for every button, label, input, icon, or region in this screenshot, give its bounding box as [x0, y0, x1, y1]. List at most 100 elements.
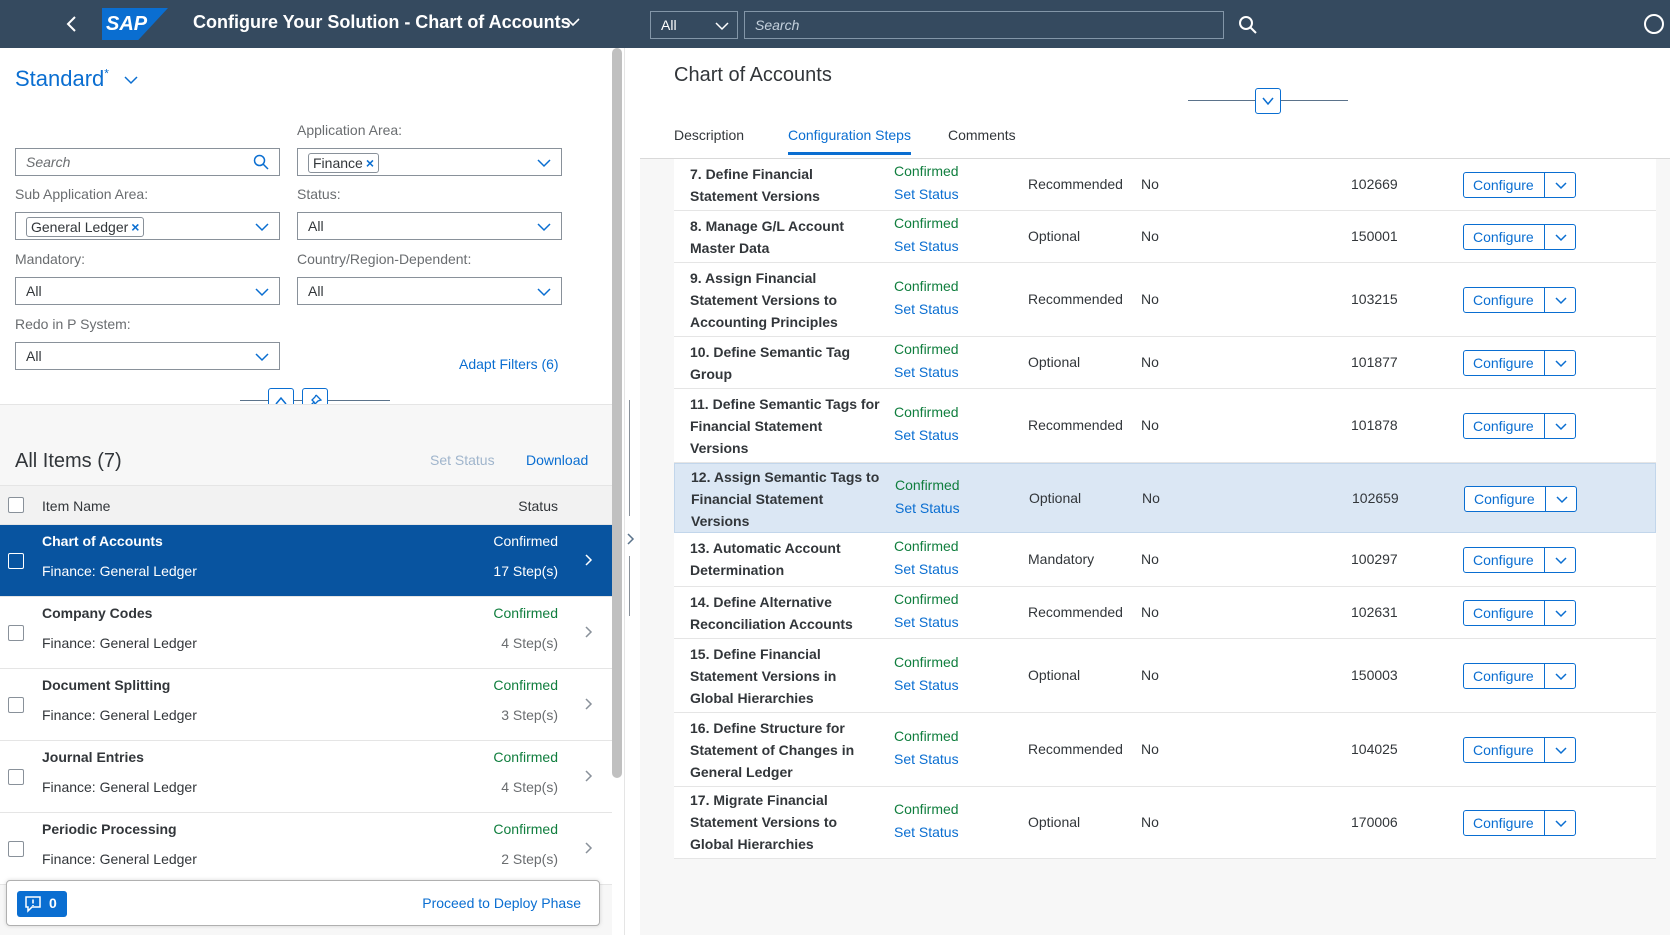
chevron-right-icon[interactable]: [626, 532, 636, 546]
row-checkbox[interactable]: [8, 841, 24, 857]
step-set-status-link[interactable]: Set Status: [894, 238, 959, 254]
step-set-status-link[interactable]: Set Status: [894, 677, 959, 693]
table-row[interactable]: 10. Define Semantic Tag Group Confirmed Se…: [674, 337, 1656, 389]
configure-button[interactable]: Configure: [1463, 172, 1545, 198]
step-type: Optional: [1028, 354, 1081, 370]
configure-menu-button[interactable]: [1544, 350, 1576, 376]
configure-button[interactable]: Configure: [1463, 737, 1545, 763]
chevron-down-icon: [1555, 673, 1567, 681]
chevron-down-icon[interactable]: [537, 157, 551, 169]
variant-selector[interactable]: Standard*: [15, 66, 109, 92]
row-checkbox[interactable]: [8, 769, 24, 785]
table-row[interactable]: 15. Define Financial Statement Versions …: [674, 639, 1656, 713]
configure-button[interactable]: Configure: [1463, 413, 1545, 439]
item-status: Confirmed: [493, 677, 558, 693]
step-redo: No: [1142, 490, 1160, 506]
configure-button[interactable]: Configure: [1463, 810, 1545, 836]
set-status-button[interactable]: Set Status: [430, 452, 495, 468]
user-avatar-icon[interactable]: [1644, 14, 1664, 34]
token-remove-icon[interactable]: ×: [366, 155, 374, 171]
chevron-left-icon: [66, 16, 76, 32]
item-name: Company Codes: [42, 605, 153, 621]
mandatory-filter-select[interactable]: All: [15, 277, 280, 305]
step-set-status-link[interactable]: Set Status: [894, 614, 959, 630]
sub-application-area-token[interactable]: General Ledger ×: [26, 217, 145, 237]
table-row[interactable]: 16. Define Structure for Statement of Ch…: [674, 713, 1656, 787]
configure-button[interactable]: Configure: [1463, 350, 1545, 376]
sap-logo[interactable]: SAP: [102, 8, 168, 40]
download-button[interactable]: Download: [526, 452, 588, 468]
configure-menu-button[interactable]: [1544, 172, 1576, 198]
master-scrollbar[interactable]: [612, 48, 622, 778]
configure-menu-button[interactable]: [1544, 600, 1576, 626]
table-row[interactable]: 14. Define Alternative Reconciliation Ac…: [674, 587, 1656, 639]
application-area-multiinput[interactable]: Finance ×: [297, 148, 562, 176]
row-checkbox[interactable]: [8, 697, 24, 713]
step-set-status-link[interactable]: Set Status: [894, 364, 959, 380]
table-row[interactable]: 7. Define Financial Statement Versions Co…: [674, 159, 1656, 211]
status-filter-select[interactable]: All: [297, 212, 562, 240]
table-row[interactable]: 12. Assign Semantic Tags to Financial St…: [674, 463, 1656, 533]
list-item[interactable]: Company Codes Finance: General Ledger Co…: [0, 597, 612, 669]
shell-search-input[interactable]: Search: [744, 11, 1224, 39]
redo-filter-select[interactable]: All: [15, 342, 280, 370]
table-row[interactable]: 11. Define Semantic Tags for Financial S…: [674, 389, 1656, 463]
search-icon[interactable]: [253, 154, 269, 170]
list-item[interactable]: Document Splitting Finance: General Ledg…: [0, 669, 612, 741]
configure-menu-button[interactable]: [1544, 810, 1576, 836]
sub-application-area-multiinput[interactable]: General Ledger ×: [15, 212, 280, 240]
table-row[interactable]: 17. Migrate Financial Statement Versions…: [674, 787, 1656, 859]
step-type: Optional: [1028, 667, 1081, 683]
configure-button[interactable]: Configure: [1463, 287, 1545, 313]
chevron-down-icon[interactable]: [255, 221, 269, 233]
list-item[interactable]: Journal Entries Finance: General Ledger …: [0, 741, 612, 813]
application-area-token[interactable]: Finance ×: [308, 153, 379, 173]
row-checkbox[interactable]: [8, 625, 24, 641]
country-filter-select[interactable]: All: [297, 277, 562, 305]
search-scope-select[interactable]: All: [650, 11, 738, 39]
back-button[interactable]: [60, 12, 84, 36]
step-set-status-link[interactable]: Set Status: [894, 301, 959, 317]
step-set-status-link[interactable]: Set Status: [895, 500, 960, 516]
chevron-down-icon[interactable]: [565, 14, 581, 30]
select-all-checkbox[interactable]: [8, 497, 24, 513]
configure-menu-button[interactable]: [1544, 547, 1576, 573]
chevron-down-icon: [255, 353, 269, 362]
configure-button[interactable]: Configure: [1463, 600, 1545, 626]
step-set-status-link[interactable]: Set Status: [894, 427, 959, 443]
token-remove-icon[interactable]: ×: [131, 219, 139, 235]
search-icon[interactable]: [1237, 14, 1259, 36]
pane-divider[interactable]: [624, 48, 640, 935]
table-row[interactable]: 13. Automatic Account Determination Confi…: [674, 533, 1656, 587]
table-row[interactable]: 8. Manage G/L Account Master Data Confirm…: [674, 211, 1656, 263]
configure-menu-button[interactable]: [1544, 663, 1576, 689]
configure-menu-button[interactable]: [1544, 287, 1576, 313]
table-row[interactable]: 9. Assign Financial Statement Versions t…: [674, 263, 1656, 337]
step-id: 101877: [1351, 354, 1398, 370]
list-item[interactable]: Chart of Accounts Finance: General Ledge…: [0, 525, 612, 597]
adapt-filters-link[interactable]: Adapt Filters (6): [459, 356, 559, 372]
configure-menu-button[interactable]: [1544, 224, 1576, 250]
configure-button[interactable]: Configure: [1464, 486, 1546, 512]
expand-header-button[interactable]: [1255, 88, 1281, 114]
filter-search-input[interactable]: Search: [15, 148, 280, 176]
tab-configuration-steps[interactable]: Configuration Steps: [788, 127, 911, 155]
proceed-to-deploy-button[interactable]: Proceed to Deploy Phase: [422, 895, 581, 911]
step-set-status-link[interactable]: Set Status: [894, 824, 959, 840]
chevron-down-icon[interactable]: [124, 74, 138, 86]
row-checkbox[interactable]: [8, 553, 24, 569]
app-title[interactable]: Configure Your Solution - Chart of Accou…: [193, 12, 571, 33]
tab-comments[interactable]: Comments: [948, 127, 1016, 155]
configure-menu-button[interactable]: [1544, 737, 1576, 763]
messages-button[interactable]: 0: [17, 891, 67, 917]
configure-menu-button[interactable]: [1545, 486, 1577, 512]
configure-button[interactable]: Configure: [1463, 547, 1545, 573]
tab-description[interactable]: Description: [674, 127, 744, 155]
list-item[interactable]: Periodic Processing Finance: General Led…: [0, 813, 612, 885]
configure-menu-button[interactable]: [1544, 413, 1576, 439]
configure-button[interactable]: Configure: [1463, 663, 1545, 689]
step-set-status-link[interactable]: Set Status: [894, 561, 959, 577]
configure-button[interactable]: Configure: [1463, 224, 1545, 250]
step-set-status-link[interactable]: Set Status: [894, 751, 959, 767]
step-set-status-link[interactable]: Set Status: [894, 186, 959, 202]
